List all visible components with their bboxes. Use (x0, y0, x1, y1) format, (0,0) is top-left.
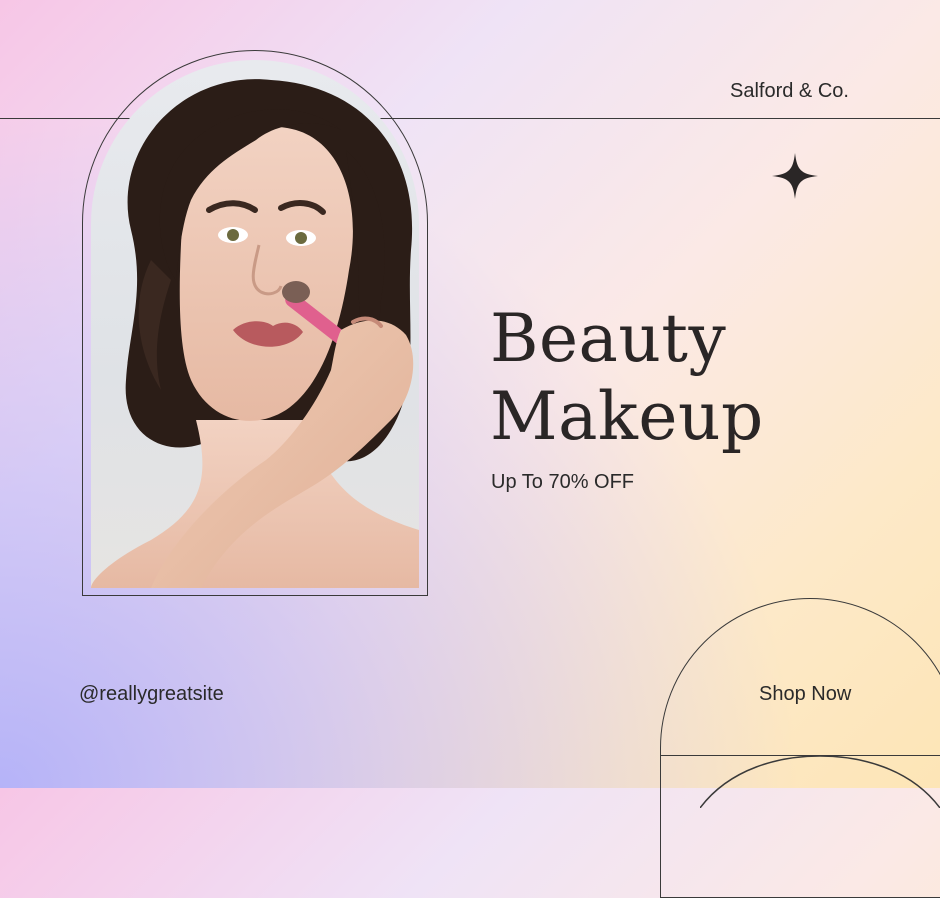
headline-line-2: Makeup (490, 378, 764, 455)
headline-line-1: Beauty (490, 300, 727, 377)
shop-arch-inner-curve (700, 755, 940, 808)
shop-now-button[interactable]: Shop Now (759, 683, 851, 706)
headline: Beauty Makeup (490, 300, 764, 456)
model-photo (91, 60, 419, 588)
sparkle-icon (772, 153, 818, 199)
offer-text: Up To 70% OFF (491, 471, 635, 493)
model-illustration (91, 79, 419, 588)
brand-name: Salford & Co. (730, 80, 849, 102)
social-handle: @reallygreatsite (79, 683, 224, 705)
